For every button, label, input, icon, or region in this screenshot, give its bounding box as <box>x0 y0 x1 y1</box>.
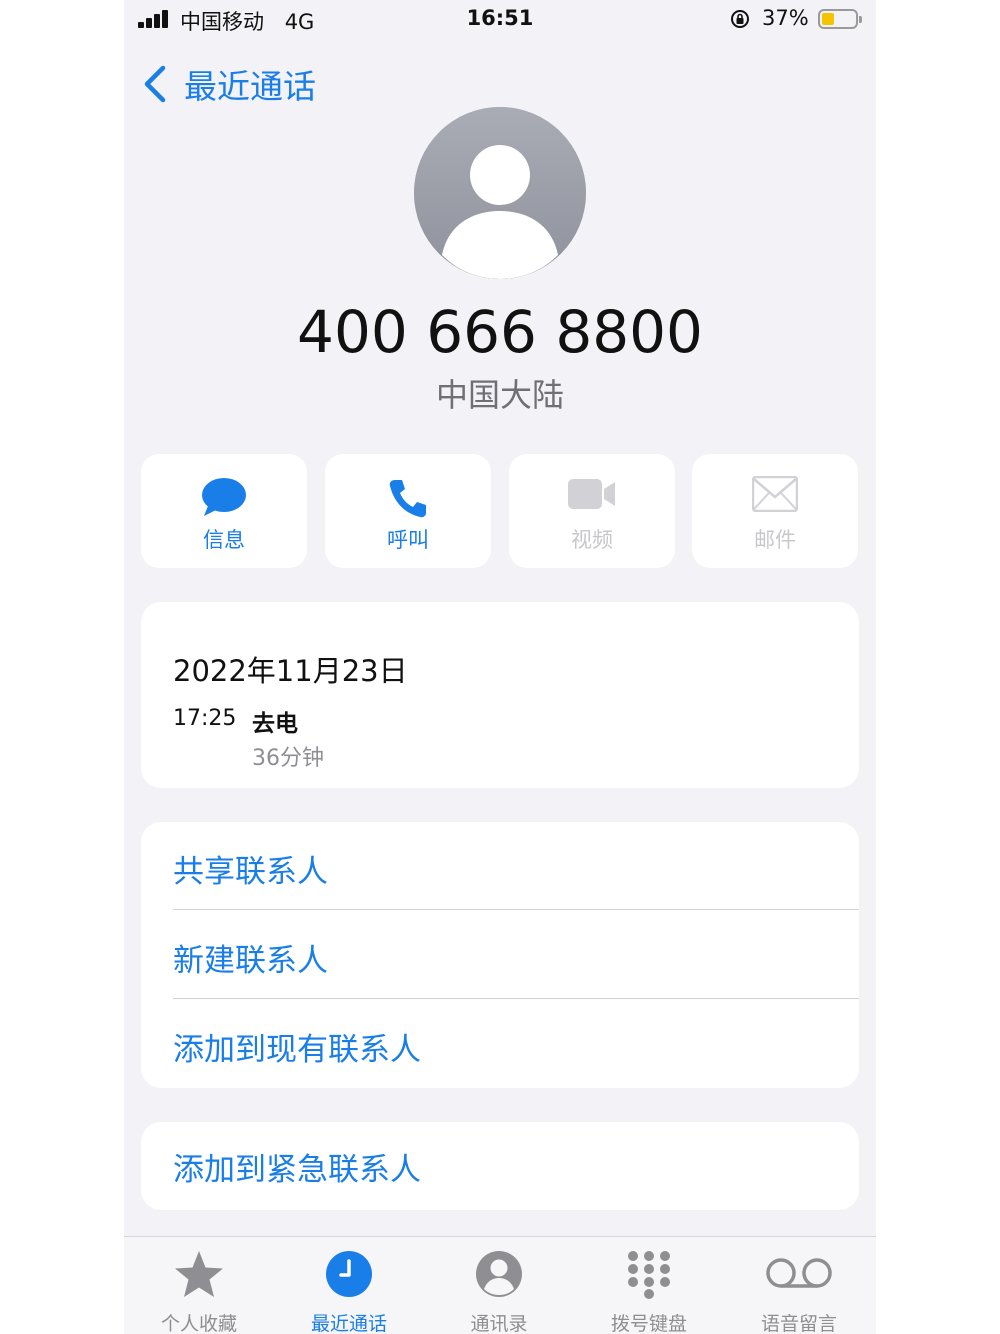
share-contact-button[interactable]: 共享联系人 <box>173 846 328 891</box>
tab-keypad[interactable]: 拨号键盘 <box>574 1237 724 1334</box>
chevron-left-icon <box>144 65 166 103</box>
tab-label: 通讯录 <box>470 1313 528 1334</box>
tab-favorites[interactable]: 个人收藏 <box>124 1237 274 1334</box>
emergency-contact-card: 添加到紧急联系人 <box>141 1122 859 1210</box>
new-contact-button[interactable]: 新建联系人 <box>173 935 328 980</box>
phone-icon <box>389 480 426 518</box>
keypad-icon <box>628 1251 670 1299</box>
person-silhouette-icon <box>414 107 586 279</box>
contact-options-card: 共享联系人 新建联系人 添加到现有联系人 <box>141 822 859 1088</box>
message-button[interactable]: 信息 <box>141 454 307 568</box>
voicemail-icon <box>766 1258 832 1288</box>
add-to-emergency-contact-button[interactable]: 添加到紧急联系人 <box>173 1144 421 1189</box>
call-type: 去电 <box>252 711 298 737</box>
rotation-lock-icon <box>731 10 749 28</box>
tab-label: 拨号键盘 <box>610 1313 687 1334</box>
clock-icon <box>326 1251 372 1297</box>
back-label: 最近通话 <box>184 67 316 106</box>
divider <box>173 909 859 910</box>
person-circle-icon <box>476 1251 522 1297</box>
contact-avatar <box>414 107 586 279</box>
back-button[interactable]: 最近通话 <box>142 62 316 106</box>
mail-button[interactable]: 邮件 <box>692 454 858 568</box>
battery-icon <box>818 9 862 29</box>
call-time: 17:25 <box>173 706 237 731</box>
call-label: 呼叫 <box>387 528 429 552</box>
tab-contacts[interactable]: 通讯录 <box>424 1237 574 1334</box>
battery-level-fill <box>822 13 834 25</box>
message-label: 信息 <box>203 528 245 552</box>
call-duration: 36分钟 <box>252 746 324 771</box>
tab-label: 个人收藏 <box>160 1313 237 1334</box>
phone-number: 400 666 8800 <box>297 298 703 366</box>
video-label: 视频 <box>571 528 613 552</box>
star-icon <box>175 1251 223 1297</box>
tab-bar: 个人收藏 最近通话 通讯录 拨号键盘 语音留言 <box>124 1236 876 1334</box>
message-bubble-icon <box>202 478 246 516</box>
battery-percent: 37% <box>762 6 809 30</box>
tab-label: 最近通话 <box>310 1313 387 1334</box>
call-button[interactable]: 呼叫 <box>325 454 491 568</box>
number-region: 中国大陆 <box>435 376 564 414</box>
add-to-existing-contact-button[interactable]: 添加到现有联系人 <box>173 1024 421 1069</box>
call-history-card: 2022年11月23日 17:25 去电 36分钟 <box>141 602 859 788</box>
call-date: 2022年11月23日 <box>173 654 408 688</box>
tab-recents[interactable]: 最近通话 <box>274 1237 424 1334</box>
divider <box>173 998 859 999</box>
envelope-icon <box>752 476 798 512</box>
phone-screen: 中国移动 4G 16:51 37% 最近通话 400 666 8800 中国大陆… <box>124 0 876 1334</box>
mail-label: 邮件 <box>754 528 796 552</box>
tab-label: 语音留言 <box>760 1313 837 1334</box>
tab-voicemail[interactable]: 语音留言 <box>724 1237 874 1334</box>
status-bar: 中国移动 4G 16:51 37% <box>124 0 876 40</box>
video-camera-icon <box>568 479 615 509</box>
video-button[interactable]: 视频 <box>509 454 675 568</box>
